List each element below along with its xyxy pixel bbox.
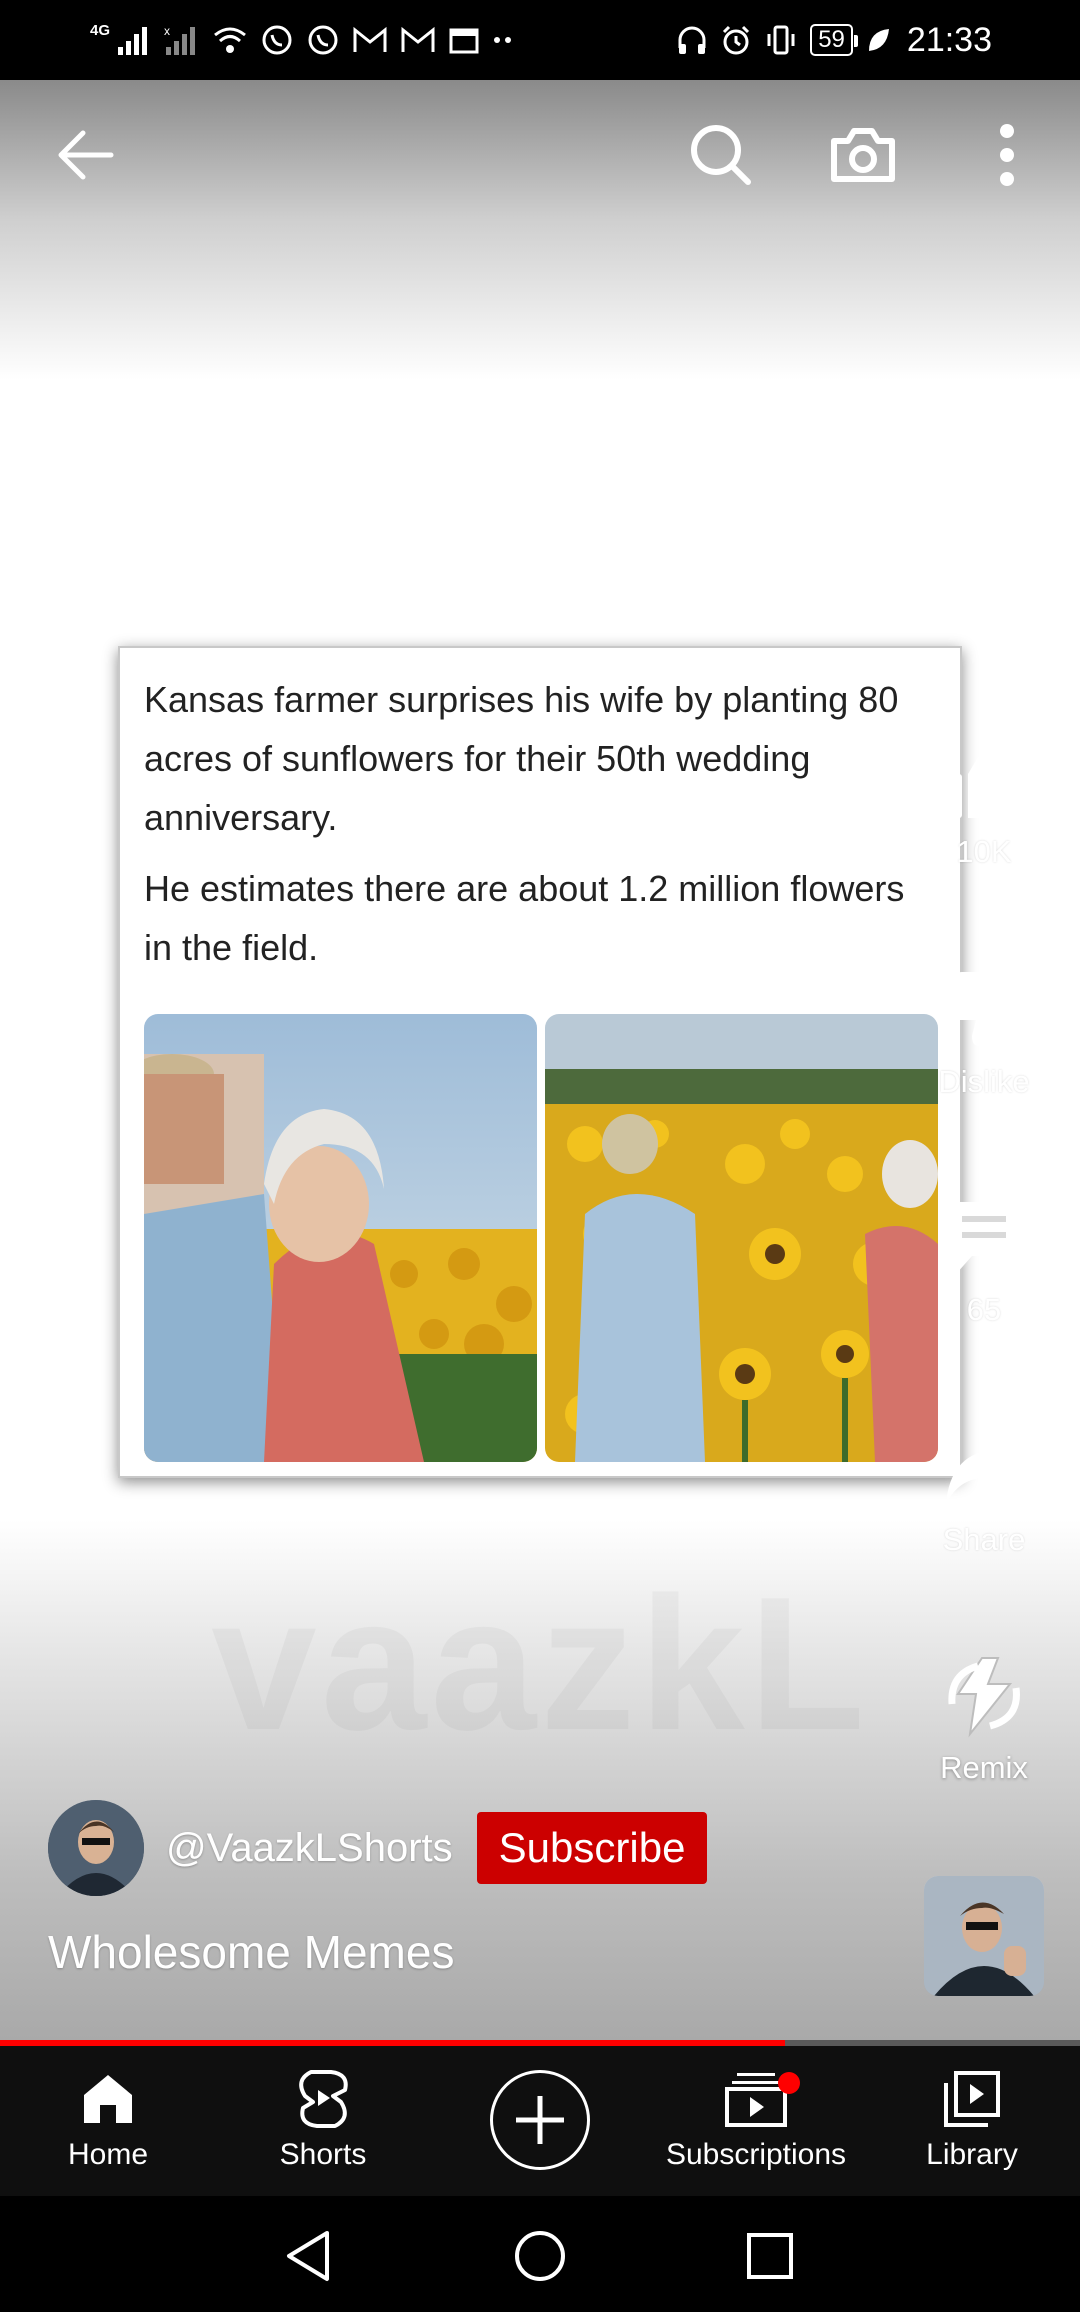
comment-count: 65 <box>966 1292 1002 1327</box>
more-vert-icon <box>1000 124 1014 186</box>
sound-thumbnail[interactable] <box>924 1876 1044 1996</box>
channel-avatar[interactable] <box>48 1800 144 1896</box>
camera-button[interactable] <box>828 120 898 190</box>
channel-handle[interactable]: @VaazkLShorts <box>166 1826 453 1871</box>
couple-photo <box>144 1014 537 1462</box>
bottom-navigation: Home Shorts Subscriptions Library <box>0 2046 1080 2196</box>
battery-saver-leaf-icon <box>868 29 889 51</box>
nav-home[interactable]: Home <box>46 2066 170 2172</box>
signal-icon <box>118 27 148 55</box>
shorts-icon <box>299 2070 348 2128</box>
nav-library[interactable]: Library <box>912 2066 1032 2172</box>
remix-button[interactable]: Remix <box>920 1654 1048 1786</box>
meme-subline: He estimates there are about 1.2 million… <box>144 868 905 968</box>
dislike-button[interactable]: Dislike <box>920 968 1048 1100</box>
search-button[interactable] <box>686 120 756 190</box>
gmail-icon <box>401 26 435 52</box>
home-circle-icon <box>515 2231 565 2281</box>
headphones-icon <box>678 26 706 54</box>
meme-headline: Kansas farmer surprises his wife by plan… <box>144 679 899 838</box>
gmail-icon <box>353 26 387 52</box>
clock: 21:33 <box>906 20 992 59</box>
battery-indicator: 59 <box>810 24 858 56</box>
share-label: Share <box>942 1522 1026 1557</box>
back-triangle-icon <box>287 2231 329 2281</box>
subscribe-button[interactable]: Subscribe <box>476 1812 708 1884</box>
share-icon <box>946 1432 1024 1504</box>
remix-icon <box>948 1657 1020 1738</box>
like-count: 10K <box>956 834 1012 869</box>
status-bar: 4G x 59 21:33 <box>0 0 1080 80</box>
like-button[interactable]: 10K <box>920 738 1048 870</box>
home-icon <box>84 2075 132 2123</box>
nav-shorts[interactable]: Shorts <box>258 2066 388 2172</box>
back-arrow-icon <box>58 130 114 180</box>
plus-icon <box>516 2096 564 2144</box>
system-navigation-bar <box>0 2196 1080 2312</box>
comments-button[interactable]: 65 <box>920 1196 1048 1328</box>
channel-row: @VaazkLShorts Subscribe <box>48 1800 708 1896</box>
calendar-icon <box>449 28 479 54</box>
meme-image-card: Kansas farmer surprises his wife by plan… <box>118 646 962 1478</box>
system-home-button[interactable] <box>510 2226 570 2286</box>
video-title[interactable]: Wholesome Memes <box>48 1925 454 1979</box>
signal-off-icon: x <box>164 25 196 55</box>
status-right-icons: 59 21:33 <box>676 21 992 60</box>
dislike-label: Dislike <box>938 1064 1030 1099</box>
nav-subscriptions-label: Subscriptions <box>665 2138 847 2171</box>
status-left-icons: 4G x <box>90 21 514 57</box>
video-watermark: vaazkL <box>0 1555 1080 1773</box>
back-button[interactable] <box>50 120 120 190</box>
recents-square-icon <box>747 2233 793 2279</box>
nav-library-label: Library <box>926 2138 1018 2171</box>
comment-icon <box>948 1202 1020 1274</box>
svg-text:x: x <box>164 25 170 38</box>
alarm-icon <box>723 25 750 55</box>
more-options-button[interactable] <box>972 120 1042 190</box>
meme-photos <box>144 1014 938 1462</box>
share-button[interactable]: Share <box>920 1426 1048 1558</box>
thumbs-down-icon <box>945 972 1022 1047</box>
nav-subscriptions[interactable]: Subscriptions <box>660 2066 852 2172</box>
camera-icon <box>831 128 895 182</box>
system-recents-button[interactable] <box>740 2226 800 2286</box>
shorts-top-bar <box>0 80 1080 220</box>
system-back-button[interactable] <box>278 2226 338 2286</box>
network-type: 4G <box>90 21 111 39</box>
sunflower-field-photo <box>545 1014 938 1462</box>
notification-dot <box>778 2072 800 2094</box>
whatsapp-icon <box>308 25 338 55</box>
nav-home-label: Home <box>67 2138 149 2171</box>
more-notifications-icon <box>494 37 512 43</box>
vibrate-icon <box>767 25 795 55</box>
remix-label: Remix <box>940 1750 1028 1785</box>
library-icon <box>944 2071 1000 2127</box>
whatsapp-icon <box>262 25 292 55</box>
wifi-icon <box>214 27 246 53</box>
create-button[interactable] <box>490 2070 590 2170</box>
thumbs-up-icon <box>946 743 1023 818</box>
nav-shorts-label: Shorts <box>279 2138 367 2171</box>
search-icon <box>691 125 751 185</box>
